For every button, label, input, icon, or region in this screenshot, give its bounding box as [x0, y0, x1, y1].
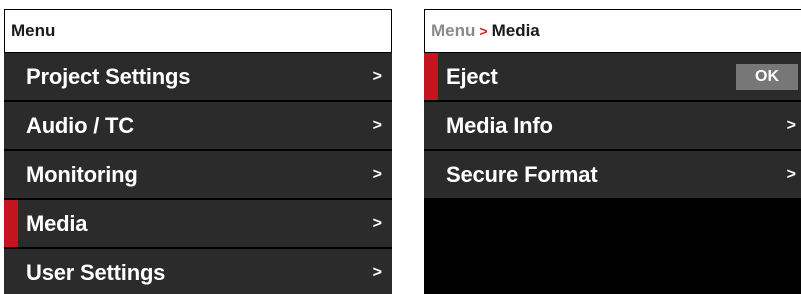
menu-item-label: Monitoring	[26, 161, 138, 187]
menu-item-media-info[interactable]: Media Info >	[424, 102, 801, 149]
chevron-right-icon: >	[372, 214, 382, 232]
breadcrumb-current: Media	[491, 21, 540, 40]
chevron-right-icon: >	[372, 116, 382, 134]
chevron-right-icon: >	[786, 116, 796, 134]
eject-ok-button[interactable]: OK	[736, 63, 798, 90]
menu-item-label: Project Settings	[26, 63, 191, 89]
chevron-right-icon: >	[372, 263, 382, 281]
chevron-right-icon: >	[786, 165, 796, 183]
menu-item-secure-format[interactable]: Secure Format >	[424, 151, 801, 198]
media-menu-panel: Menu > Media Eject OK Media Info > Secur…	[424, 9, 801, 294]
breadcrumb: Menu > Media	[425, 10, 801, 52]
media-menu-list: Eject OK Media Info > Secure Format >	[424, 53, 801, 198]
selection-indicator	[424, 53, 438, 100]
breadcrumb-separator-icon: >	[479, 23, 488, 39]
menu-item-user-settings[interactable]: User Settings >	[4, 249, 392, 294]
chevron-right-icon: >	[372, 165, 382, 183]
main-menu-panel: Menu Project Settings > Audio / TC > Mon…	[4, 9, 392, 294]
selection-indicator	[4, 200, 18, 247]
menu-item-label: User Settings	[26, 259, 166, 285]
menu-list: Project Settings > Audio / TC > Monitori…	[4, 53, 392, 294]
menu-item-monitoring[interactable]: Monitoring >	[4, 151, 392, 198]
chevron-right-icon: >	[372, 67, 382, 85]
menu-item-label: Secure Format	[446, 161, 598, 187]
menu-item-label: Media	[26, 210, 88, 236]
menu-item-eject[interactable]: Eject OK	[424, 53, 801, 100]
menu-item-label: Audio / TC	[26, 112, 134, 138]
menu-header: Menu	[5, 10, 391, 52]
menu-item-project-settings[interactable]: Project Settings >	[4, 53, 392, 100]
menu-title: Menu	[11, 21, 56, 40]
breadcrumb-root[interactable]: Menu	[431, 21, 475, 41]
menu-item-media[interactable]: Media >	[4, 200, 392, 247]
menu-item-label: Media Info	[446, 112, 553, 138]
menu-item-audio-tc[interactable]: Audio / TC >	[4, 102, 392, 149]
menu-item-label: Eject	[446, 63, 498, 89]
